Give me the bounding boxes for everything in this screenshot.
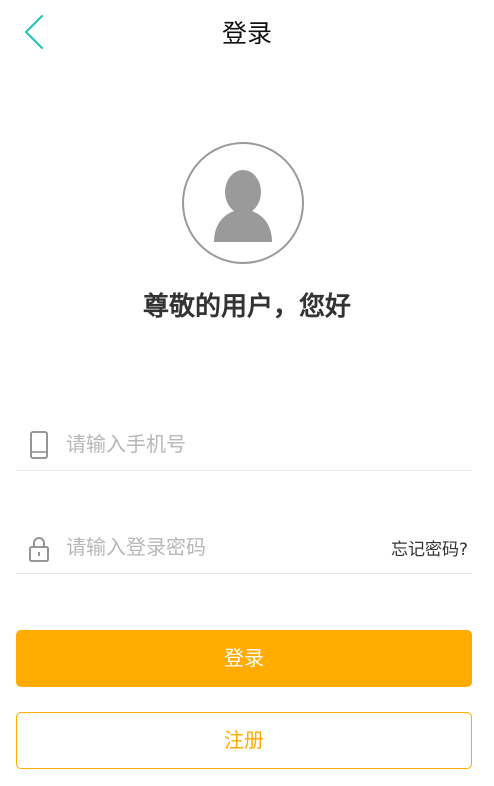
phone-field xyxy=(16,418,472,471)
header-bar: 登录 xyxy=(0,0,494,64)
user-silhouette-icon xyxy=(214,170,272,242)
phone-input[interactable] xyxy=(66,424,456,464)
forgot-password-link[interactable]: 忘记密码? xyxy=(391,535,468,560)
lock-icon xyxy=(29,537,49,562)
register-button[interactable]: 注册 xyxy=(16,712,472,769)
password-input[interactable] xyxy=(66,527,366,567)
login-button[interactable]: 登录 xyxy=(16,630,472,687)
page-title: 登录 xyxy=(221,19,272,48)
phone-icon xyxy=(30,431,48,459)
password-field: 忘记密码? xyxy=(16,521,472,574)
avatar xyxy=(182,142,304,264)
greeting-text: 尊敬的用户，您好 xyxy=(142,292,351,322)
